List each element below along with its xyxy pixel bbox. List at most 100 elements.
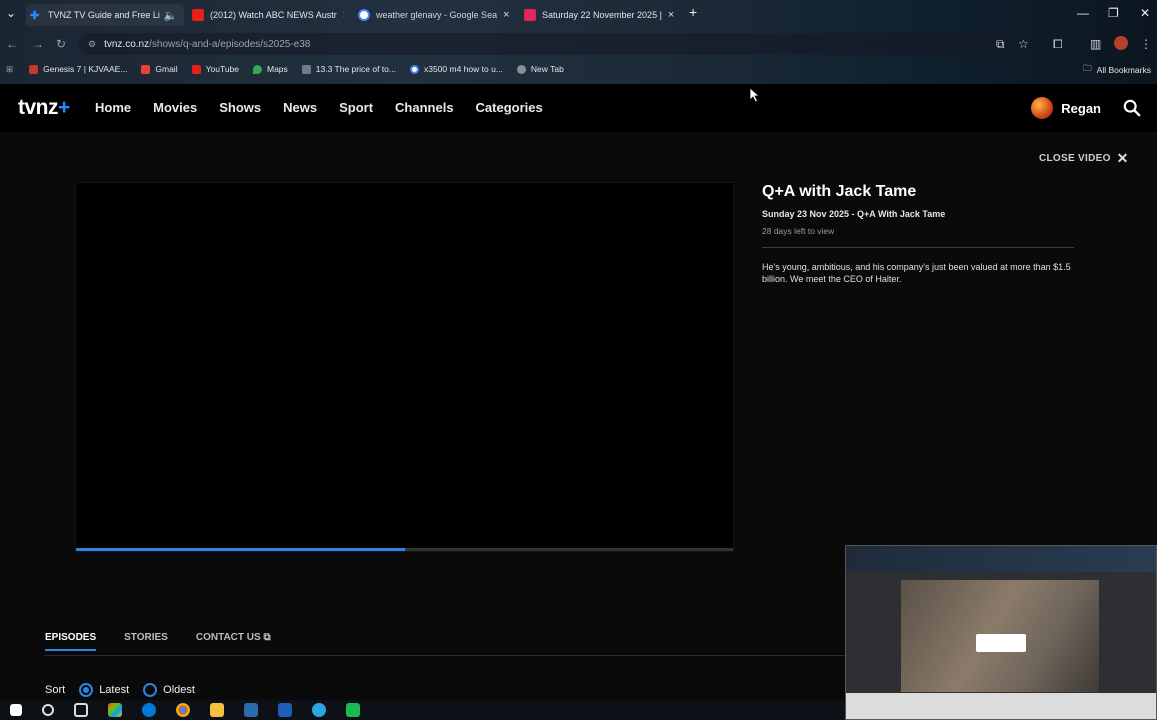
browser-chrome: ⌄ ✚ TVNZ TV Guide and Free Li 🔈 × (2012)… (0, 0, 1157, 84)
nav-sport[interactable]: Sport (339, 100, 373, 115)
restore-icon[interactable]: ❐ (1108, 6, 1119, 20)
nav-categories[interactable]: Categories (476, 100, 543, 115)
youtube-icon (191, 64, 201, 74)
play-icon (524, 9, 536, 21)
sort-row: Sort Latest Oldest (45, 683, 195, 697)
bookmark-label: x3500 m4 how to u... (423, 64, 503, 74)
close-tab-icon[interactable]: × (668, 9, 674, 21)
sort-oldest-label[interactable]: Oldest (163, 684, 195, 696)
avatar (1031, 97, 1054, 119)
video-progress-fill (76, 548, 405, 551)
url-path: /shows/q-and-a/episodes/s2025-e38 (149, 38, 311, 50)
youtube-icon (192, 9, 204, 21)
nav-news[interactable]: News (283, 100, 317, 115)
forward-icon[interactable]: → (32, 37, 44, 51)
sidebar-icon[interactable]: ▥ (1090, 37, 1101, 51)
bookmark-gmail[interactable]: Gmail (141, 64, 178, 74)
tab-title: TVNZ TV Guide and Free Li (48, 10, 160, 20)
tab-contact-us[interactable]: CONTACT US ⧉ (196, 632, 271, 651)
nav-channels[interactable]: Channels (395, 100, 454, 115)
logo-text: tvnz (18, 96, 59, 119)
cast-icon[interactable]: ⧉ (996, 37, 1005, 52)
pip-caption-card (976, 634, 1026, 652)
tab-bar: ⌄ ✚ TVNZ TV Guide and Free Li 🔈 × (2012)… (0, 0, 1157, 28)
nav-shows[interactable]: Shows (219, 100, 261, 115)
app-icon[interactable] (278, 703, 292, 717)
tab-title: (2012) Watch ABC NEWS Austr (210, 10, 337, 20)
tvnz-icon: ✚ (30, 10, 40, 22)
nav-home[interactable]: Home (95, 100, 131, 115)
bookmark-label: New Tab (530, 64, 564, 74)
new-tab-icon[interactable]: + (689, 4, 697, 20)
chrome-icon (516, 64, 526, 74)
bookmark-label: Gmail (155, 64, 178, 74)
bookmark-genesis[interactable]: Genesis 7 | KJVAAE... (29, 64, 127, 74)
edge-icon[interactable] (142, 703, 156, 717)
profile-avatar-icon[interactable] (1114, 36, 1128, 50)
video-player[interactable] (75, 182, 734, 552)
windows-start-icon[interactable] (10, 704, 22, 716)
office-icon[interactable] (108, 703, 122, 717)
tvnz-logo[interactable]: tvnz+ (18, 96, 70, 120)
bookmark-price[interactable]: 13.3 The price of to... (301, 64, 396, 74)
minimize-icon[interactable]: — (1077, 6, 1089, 20)
tab-episodes[interactable]: EPISODES (45, 632, 97, 651)
divider (762, 247, 1074, 248)
browser-tab-saturday[interactable]: Saturday 22 November 2025 | × (524, 4, 676, 26)
sort-oldest-radio[interactable] (143, 683, 158, 697)
episode-subtitle: Sunday 23 Nov 2025 - Q+A With Jack Tame (762, 209, 946, 219)
url-host: tvnz.co.nz (104, 38, 150, 50)
bookmark-x3500[interactable]: x3500 m4 how to u... (409, 64, 503, 74)
os-taskbar (0, 700, 845, 720)
pip-preview[interactable] (845, 545, 1157, 720)
bookmark-label: YouTube (205, 64, 239, 74)
browser-tab-weather[interactable]: weather glenavy - Google Sea × (358, 4, 512, 26)
bookmark-youtube[interactable]: YouTube (191, 64, 239, 74)
chrome-icon[interactable] (176, 703, 190, 717)
bookmark-label: Maps (267, 64, 288, 74)
close-tab-icon[interactable]: × (503, 9, 509, 21)
reload-icon[interactable]: ↻ (56, 37, 66, 51)
tabs-divider (45, 655, 845, 656)
close-window-icon[interactable]: ✕ (1140, 6, 1150, 20)
nav-movies[interactable]: Movies (153, 100, 197, 115)
sort-latest-label[interactable]: Latest (99, 684, 129, 696)
bookmark-newtab[interactable]: New Tab (516, 64, 564, 74)
menu-icon[interactable]: ⋮ (1140, 37, 1152, 51)
search-icon[interactable] (42, 704, 54, 716)
bookmark-red-icon (29, 64, 39, 74)
close-icon: ✕ (1116, 150, 1129, 166)
main-nav: Home Movies Shows News Sport Channels Ca… (95, 100, 565, 115)
bookmark-maps[interactable]: Maps (253, 64, 288, 74)
all-bookmarks[interactable]: 🗀 All Bookmarks (1083, 63, 1151, 77)
tab-stories[interactable]: STORIES (124, 632, 168, 651)
search-icon[interactable] (1123, 99, 1141, 117)
extensions-icon[interactable]: ⧠ (1053, 37, 1063, 52)
close-video-label: CLOSE VIDEO (1039, 153, 1111, 164)
app-icon[interactable] (346, 703, 360, 717)
task-view-icon[interactable] (74, 703, 88, 717)
address-row: ← → ↻ ⚙ tvnz.co.nz /shows/q-and-a/episod… (0, 31, 1157, 57)
browser-tab-tvnz[interactable]: ✚ TVNZ TV Guide and Free Li 🔈 × (26, 4, 184, 26)
apps-grid-icon[interactable]: ⊞ (6, 64, 13, 75)
close-tab-icon[interactable]: × (343, 9, 344, 21)
close-video-button[interactable]: CLOSE VIDEO ✕ (1039, 150, 1129, 167)
site-header: tvnz+ Home Movies Shows News Sport Chann… (0, 84, 1157, 132)
browser-tab-abc[interactable]: (2012) Watch ABC NEWS Austr × (192, 4, 344, 26)
bookmark-icon (301, 64, 311, 74)
folder-icon: 🗀 (1083, 63, 1092, 73)
contact-label: CONTACT US (195, 632, 261, 643)
file-explorer-icon[interactable] (210, 703, 224, 717)
speaker-icon[interactable]: 🔈 (164, 9, 178, 22)
address-bar[interactable]: ⚙ tvnz.co.nz /shows/q-and-a/episodes/s20… (78, 33, 1018, 55)
tab-list-chevron-icon[interactable]: ⌄ (6, 6, 16, 20)
back-icon[interactable]: ← (6, 37, 18, 51)
site-info-icon[interactable]: ⚙ (88, 39, 96, 50)
video-progress-bar[interactable] (76, 548, 733, 551)
app-icon[interactable] (244, 703, 258, 717)
user-profile[interactable]: Regan (1031, 97, 1101, 119)
bookmark-star-icon[interactable]: ☆ (1018, 37, 1029, 51)
telegram-icon[interactable] (312, 703, 326, 717)
google-icon (358, 9, 370, 21)
sort-latest-radio[interactable] (79, 683, 94, 697)
